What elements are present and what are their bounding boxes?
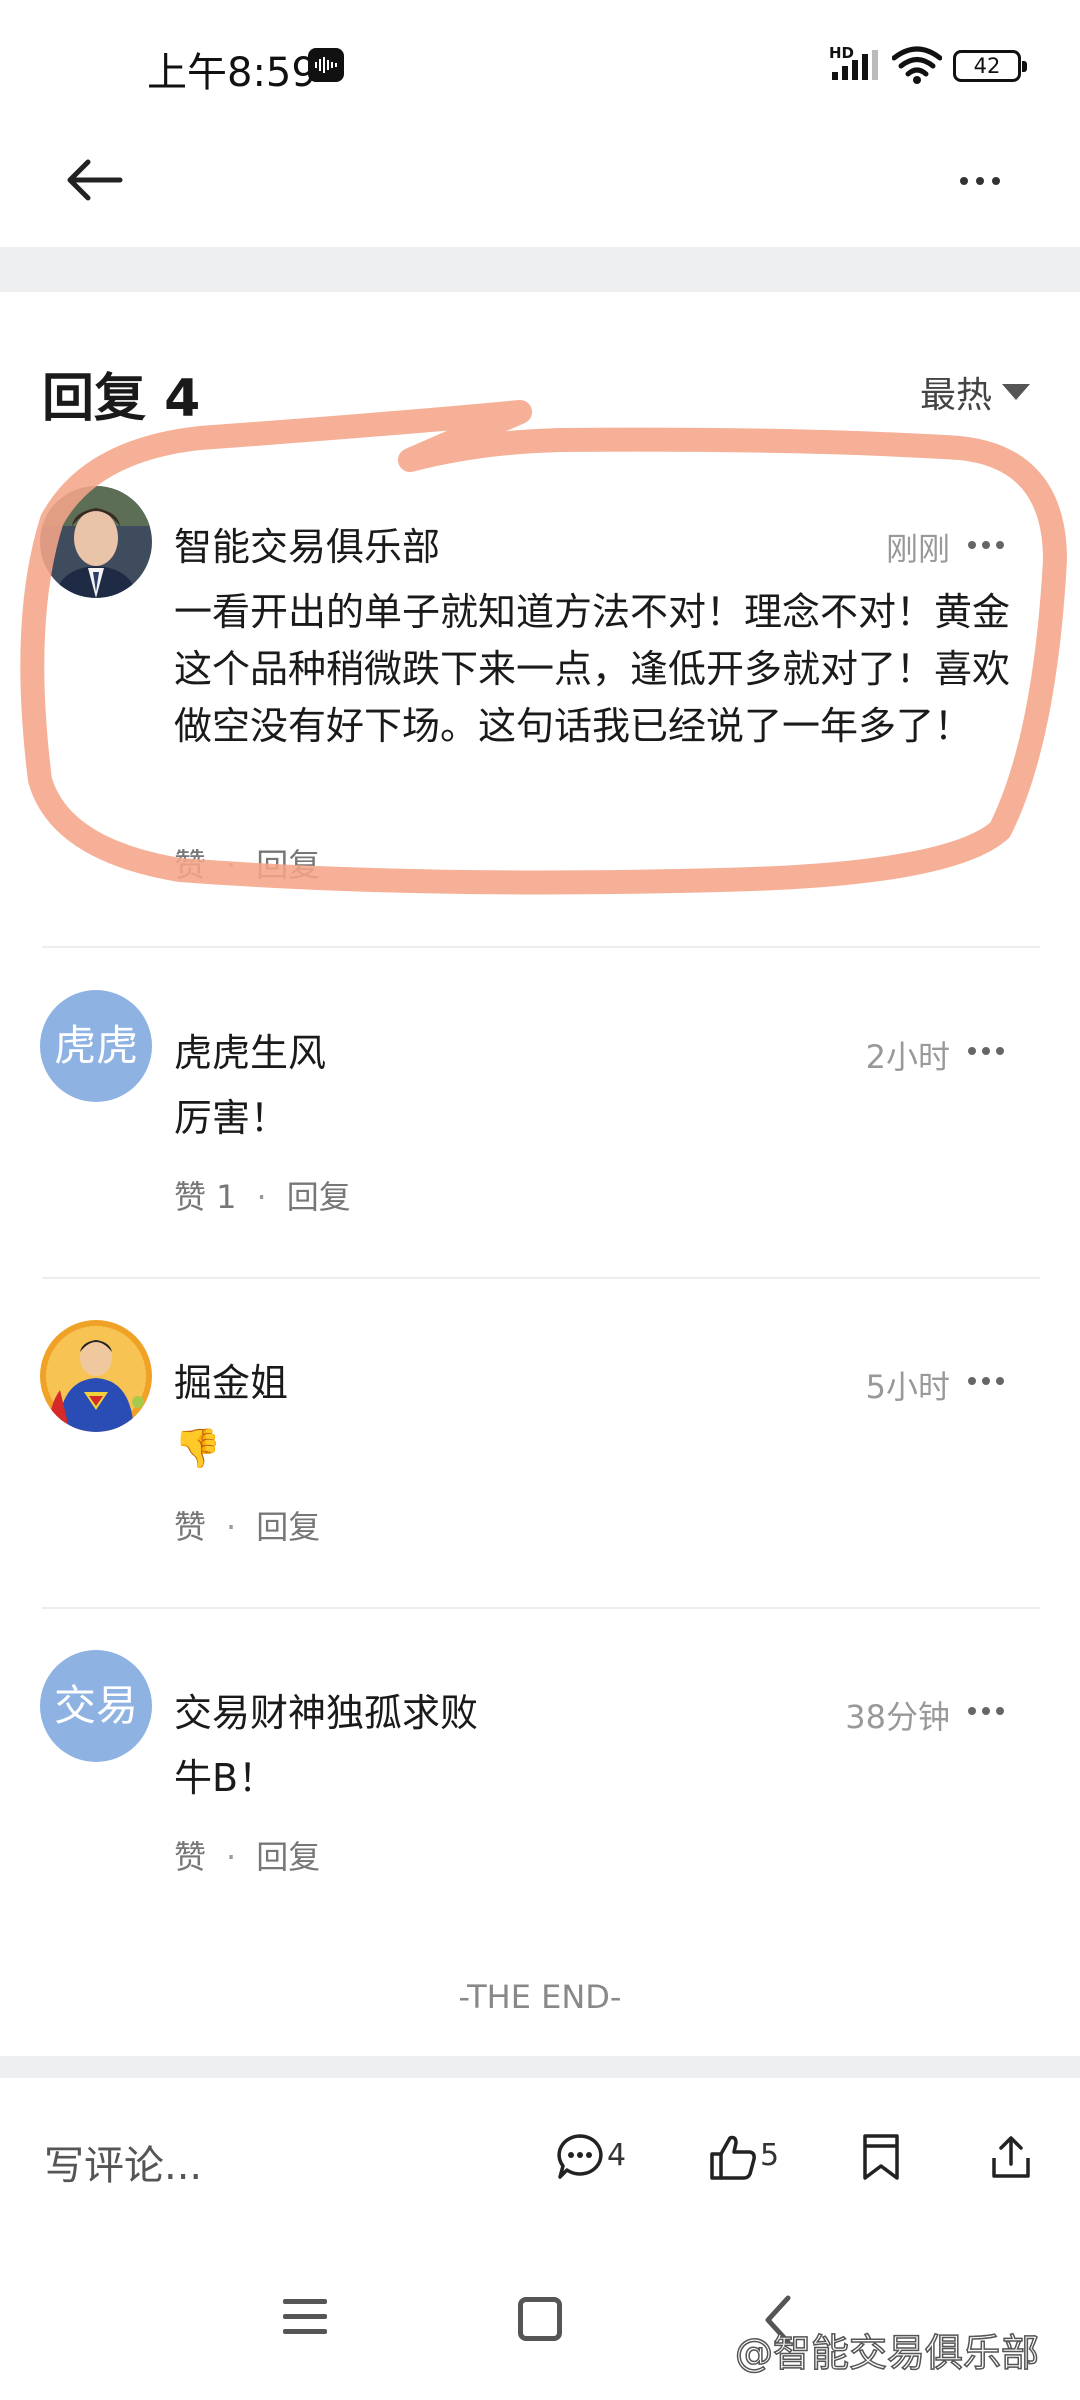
status-bar: 上午8:59 HD 42 <box>0 0 1080 120</box>
reply-button[interactable]: 回复 <box>256 846 320 884</box>
like-post-button[interactable]: 5 <box>708 2128 788 2188</box>
avatar[interactable]: 虎虎 <box>40 990 152 1102</box>
comment-time: 38分钟 <box>845 1698 950 1736</box>
arrow-left-icon <box>67 159 123 201</box>
battery-indicator: 42 <box>953 50 1027 82</box>
comment-text: 厉害！ <box>174 1096 289 1140</box>
comment-actions: 赞 · 回复 <box>174 1832 320 1878</box>
share-icon <box>992 2136 1030 2178</box>
replies-title: 回复 4 <box>42 369 201 429</box>
back-button[interactable] <box>60 150 130 210</box>
separator-dot: · <box>226 1838 237 1876</box>
bookmark-button[interactable] <box>856 2128 906 2188</box>
status-time: 上午8:59 <box>147 50 317 96</box>
comment-actions: 赞 1 · 回复 <box>174 1172 351 1218</box>
comment-divider <box>42 1607 1040 1609</box>
separator-dot: · <box>226 846 237 884</box>
comment-time: 刚刚 <box>885 530 950 568</box>
voice-recorder-icon <box>308 48 344 82</box>
thumbs-up-icon <box>710 2135 756 2180</box>
commenter-name[interactable]: 智能交易俱乐部 <box>174 516 440 571</box>
like-count: 5 <box>760 2138 780 2173</box>
comment-time: 5小时 <box>865 1368 950 1406</box>
comments-button[interactable]: 4 <box>555 2128 635 2188</box>
avatar[interactable] <box>40 1320 152 1432</box>
commenter-name[interactable]: 交易财神独孤求败 <box>174 1682 478 1737</box>
comment-actions: 赞 · 回复 <box>174 1502 320 1548</box>
section-divider <box>0 247 1080 292</box>
comment-more-button[interactable] <box>968 1375 1004 1387</box>
nav-home-button[interactable] <box>518 2297 562 2341</box>
more-options-button[interactable] <box>950 160 1010 200</box>
comment-more-button[interactable] <box>968 539 1004 551</box>
reply-button[interactable]: 回复 <box>256 1838 320 1876</box>
comment-text: 牛B！ <box>174 1756 277 1800</box>
comment-text: 一看开出的单子就知道方法不对！理念不对！黄金这个品种稍微跌下来一点，逢低开多就对… <box>174 590 1011 748</box>
like-button[interactable]: 赞 <box>174 1838 206 1876</box>
caret-down-icon[interactable] <box>1002 384 1030 400</box>
separator-dot: · <box>226 1508 237 1546</box>
sort-button[interactable]: 最热 <box>920 366 992 418</box>
comment-bubble-icon <box>557 2134 603 2179</box>
comment-actions: 赞 · 回复 <box>174 840 320 886</box>
commenter-name[interactable]: 掘金姐 <box>174 1352 288 1407</box>
comment-more-button[interactable] <box>968 1045 1004 1057</box>
reply-button[interactable]: 回复 <box>287 1178 351 1216</box>
like-button[interactable]: 赞 <box>174 1508 206 1546</box>
watermark: @智能交易俱乐部 <box>734 2330 1040 2376</box>
bookmark-icon <box>863 2134 899 2180</box>
avatar[interactable] <box>40 486 152 598</box>
write-comment-input[interactable]: 写评论... <box>44 2133 202 2191</box>
comment-more-button[interactable] <box>968 1705 1004 1717</box>
signal-icon <box>832 50 878 80</box>
comment-count: 4 <box>607 2138 627 2173</box>
comment-divider <box>42 1277 1040 1279</box>
comment-text: 👎 <box>174 1426 222 1470</box>
end-marker: -THE END- <box>458 1978 622 2016</box>
avatar[interactable]: 交易 <box>40 1650 152 1762</box>
bottom-divider <box>0 2056 1080 2078</box>
separator-dot: · <box>256 1178 267 1216</box>
like-button[interactable]: 赞 1 <box>174 1178 237 1216</box>
share-button[interactable] <box>986 2128 1036 2188</box>
comment-time: 2小时 <box>865 1038 950 1076</box>
nav-menu-button[interactable] <box>283 2297 327 2337</box>
wifi-icon <box>892 46 942 84</box>
commenter-name[interactable]: 虎虎生风 <box>174 1022 326 1077</box>
like-button[interactable]: 赞 <box>174 846 206 884</box>
reply-button[interactable]: 回复 <box>256 1508 320 1546</box>
comment-divider <box>42 946 1040 948</box>
